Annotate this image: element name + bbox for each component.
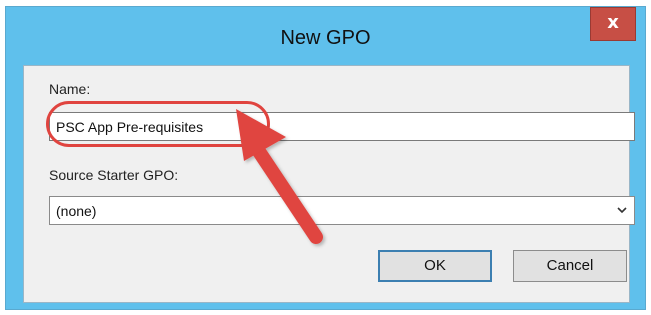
ok-button[interactable]: OK <box>378 250 492 282</box>
title-bar[interactable]: New GPO x <box>6 7 645 65</box>
cancel-button[interactable]: Cancel <box>513 250 627 282</box>
close-button[interactable]: x <box>590 7 636 41</box>
source-starter-gpo-value: (none) <box>56 203 97 219</box>
name-input[interactable] <box>49 112 635 141</box>
screenshot: New GPO x Name: Source Starter GPO: (non… <box>0 0 651 315</box>
dialog-title: New GPO <box>280 27 371 49</box>
chevron-down-icon[interactable] <box>616 204 628 216</box>
name-label: Name: <box>49 81 91 97</box>
source-starter-gpo-label: Source Starter GPO: <box>49 167 179 183</box>
new-gpo-dialog: New GPO x Name: Source Starter GPO: (non… <box>5 6 646 310</box>
source-starter-gpo-dropdown[interactable]: (none) <box>49 196 635 225</box>
dialog-body: Name: Source Starter GPO: (none) OK Canc… <box>23 65 635 303</box>
